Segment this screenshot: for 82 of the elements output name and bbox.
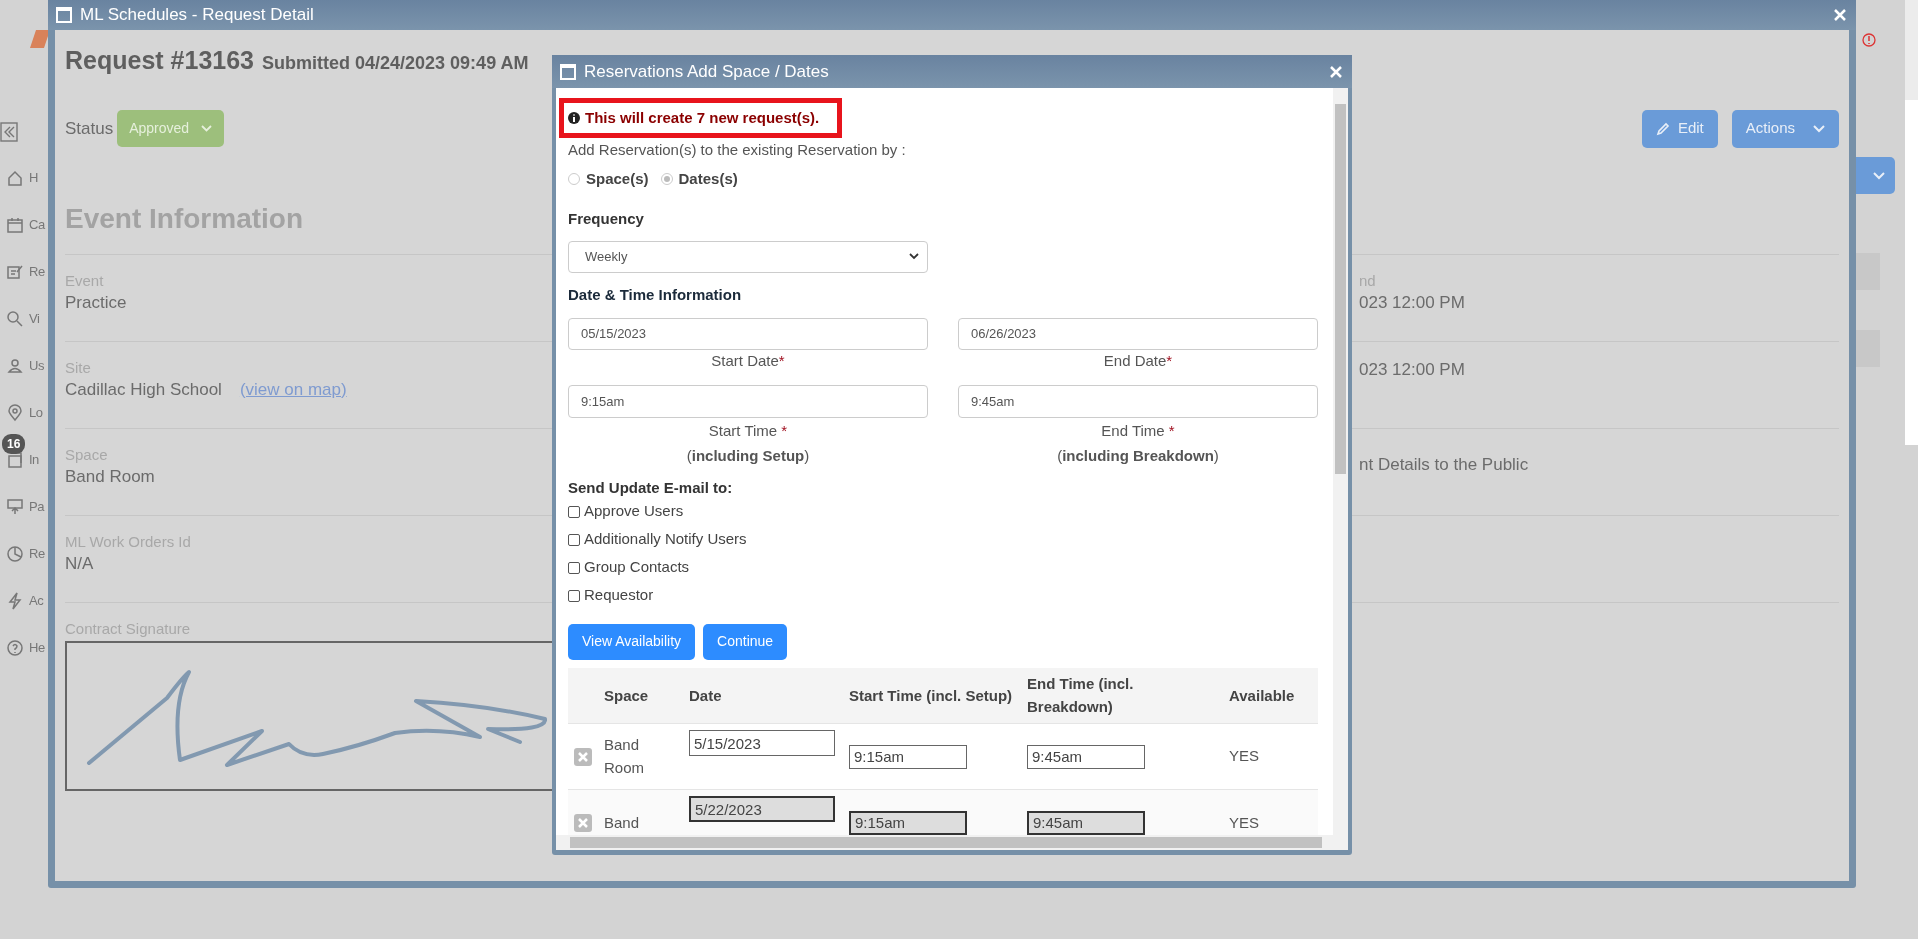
row-background (1856, 253, 1880, 290)
table-cell: Band (604, 813, 640, 831)
row-background (1856, 330, 1880, 367)
radio-button[interactable] (660, 173, 673, 186)
presentation-icon[interactable] (6, 497, 24, 516)
window-icon (560, 63, 576, 80)
submitted-date: Submitted 04/24/2023 09:49 AM (262, 52, 529, 75)
field-label: Start Time * (708, 421, 788, 439)
checkbox-label[interactable]: Approve Users (584, 500, 684, 523)
calendar-icon[interactable] (6, 215, 24, 234)
input-field[interactable]: 9:45am (958, 384, 1318, 418)
input-field[interactable]: 9:45am (1027, 744, 1145, 769)
alert-icon (1862, 33, 1876, 47)
column-header: Date (689, 686, 722, 704)
caret-icon (909, 253, 919, 260)
bolt-icon[interactable] (6, 591, 24, 610)
field-value: nt Details to the Public (1359, 453, 1529, 476)
help-icon[interactable] (6, 638, 24, 657)
table-cell: Band Room (604, 736, 644, 776)
column-header: Start Time (incl. Setup) (849, 686, 1013, 704)
section-title: Date & Time Information (568, 284, 743, 305)
home-icon[interactable] (6, 168, 24, 187)
column-header: End Time (incl. Breakdown) (1027, 675, 1134, 716)
input-field[interactable]: 05/15/2023 (568, 317, 928, 350)
dialog-title: Reservations Add Space / Dates (584, 60, 829, 83)
pencil-icon (1655, 121, 1670, 136)
table-cell: YES (1229, 813, 1259, 831)
table-cell: YES (1229, 747, 1259, 765)
window-icon (56, 7, 72, 23)
window-title: ML Schedules - Request Detail (80, 4, 314, 27)
radio-label[interactable]: Dates(s) (678, 168, 738, 191)
search-icon[interactable] (6, 309, 24, 328)
checkbox-label[interactable]: Group Contacts (584, 556, 690, 579)
remove-icon[interactable] (574, 747, 592, 766)
caret-icon (1873, 171, 1885, 180)
field-value: N/A (65, 553, 94, 573)
info-icon (568, 112, 580, 124)
scrollbar[interactable] (556, 835, 1348, 850)
status-label: Status (65, 117, 114, 140)
checkbox[interactable] (568, 505, 580, 518)
column-header: Available (1229, 686, 1295, 704)
field-label: End Time * (1101, 421, 1175, 439)
checkbox[interactable] (568, 589, 580, 602)
field-value: Cadillac High School (65, 379, 222, 399)
field-value: Band Room (65, 466, 155, 486)
request-title: Request #13163 (65, 45, 254, 76)
field-label: Start Date* (711, 351, 785, 369)
remove-icon[interactable] (574, 813, 592, 832)
checkbox-label[interactable]: Additionally Notify Users (584, 528, 747, 551)
field-value: Practice (65, 292, 127, 312)
scrollbar[interactable] (1333, 88, 1348, 835)
notice-text: This will create 7 new request(s). (585, 107, 820, 128)
caret-icon (1813, 124, 1825, 133)
caret-icon (201, 125, 213, 132)
input-field[interactable]: 5/15/2023 (689, 730, 835, 756)
input-field[interactable]: 9:15am (849, 744, 967, 769)
users-icon[interactable] (6, 356, 24, 375)
frequency-select[interactable]: Weekly (568, 240, 928, 273)
close-icon[interactable] (1330, 65, 1342, 78)
checkbox-label[interactable]: Requestor (584, 584, 654, 607)
column-header: Space (604, 686, 649, 704)
map-pin-icon[interactable] (6, 403, 24, 422)
input-field[interactable]: 06/26/2023 (958, 317, 1318, 350)
radio-label[interactable]: Space(s) (586, 168, 649, 191)
checkbox[interactable] (568, 561, 580, 574)
invoice-icon[interactable] (6, 450, 24, 469)
pie-chart-icon[interactable] (6, 544, 24, 563)
field-label: Frequency (568, 208, 645, 229)
collapse-icon[interactable] (0, 122, 18, 142)
intro-text: Add Reservation(s) to the existing Reservation by : (568, 140, 907, 160)
field-label: End Date* (1103, 351, 1173, 369)
input-field[interactable]: 9:15am (568, 384, 928, 418)
field-value: 023 12:00 PM (1359, 358, 1465, 381)
checkbox[interactable] (568, 533, 580, 546)
radio-button[interactable] (568, 173, 580, 186)
field-value: 023 12:00 PM (1359, 291, 1465, 314)
field-note: (including Breakdown) (1057, 446, 1219, 464)
close-icon[interactable] (1834, 9, 1846, 21)
count-badge: 16 (2, 434, 26, 454)
field-note: (including Setup) (686, 446, 810, 464)
section-label: Send Update E-mail to: (568, 477, 734, 498)
logo-icon (30, 30, 50, 48)
